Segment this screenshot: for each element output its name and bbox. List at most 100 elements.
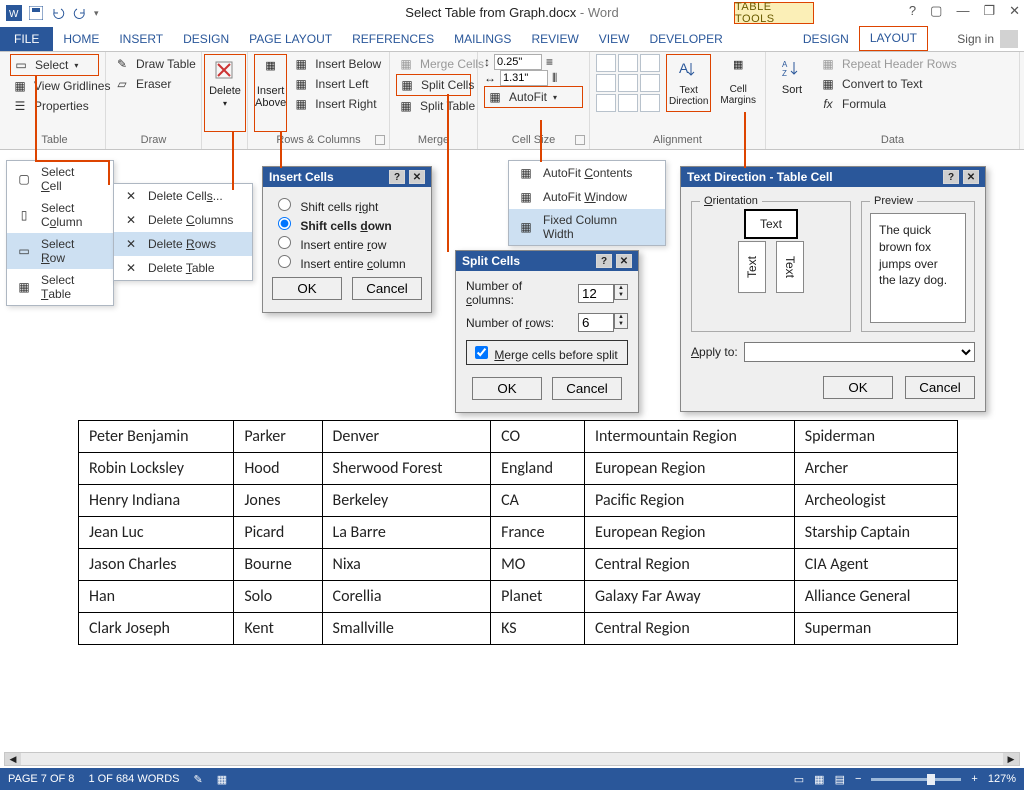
spellcheck-icon[interactable]: ✎	[194, 773, 203, 786]
table-cell[interactable]: CA	[491, 485, 585, 517]
table-cell[interactable]: Han	[79, 581, 234, 613]
col-width-input[interactable]	[500, 70, 548, 86]
split-cols-input[interactable]	[578, 284, 614, 303]
dialog-help-icon[interactable]: ?	[389, 170, 405, 184]
table-cell[interactable]: Denver	[322, 421, 491, 453]
table-cell[interactable]: Central Region	[585, 549, 795, 581]
delete-button[interactable]: Delete▾	[204, 54, 246, 132]
table-cell[interactable]: Alliance General	[794, 581, 957, 613]
tab-insert[interactable]: INSERT	[109, 28, 173, 51]
table-cell[interactable]: Picard	[234, 517, 322, 549]
table-row[interactable]: Jason CharlesBourneNixaMOCentral RegionC…	[79, 549, 958, 581]
table-cell[interactable]: Hood	[234, 453, 322, 485]
tab-references[interactable]: REFERENCES	[342, 28, 444, 51]
sign-in[interactable]: Sign in	[957, 30, 1018, 48]
ok-button[interactable]: OK	[823, 376, 893, 399]
cell-margins-button[interactable]: ▦Cell Margins	[717, 54, 759, 112]
table-row[interactable]: Peter BenjaminParkerDenverCOIntermountai…	[79, 421, 958, 453]
opt-shift-down[interactable]: Shift cells down	[273, 214, 421, 233]
split-table-button[interactable]: ▦Split Table	[396, 96, 471, 116]
rows-columns-dialog-launcher[interactable]	[375, 135, 385, 145]
formula-button[interactable]: fxFormula	[818, 94, 961, 114]
repeat-header-rows-button[interactable]: ▦Repeat Header Rows	[818, 54, 961, 74]
zoom-level[interactable]: 127%	[988, 773, 1016, 785]
autofit-button[interactable]: ▦AutoFit▾	[484, 86, 583, 108]
redo-icon[interactable]	[72, 5, 88, 21]
merge-before-split-checkbox[interactable]: Merge cells before split	[466, 340, 628, 365]
help-icon[interactable]: ?	[909, 3, 916, 19]
cell-size-dialog-launcher[interactable]	[575, 135, 585, 145]
table-cell[interactable]: KS	[491, 613, 585, 645]
draw-table-button[interactable]: ✎Draw Table	[112, 54, 195, 74]
row-height-input[interactable]	[494, 54, 542, 70]
text-direction-bottom-top[interactable]: Text	[738, 241, 766, 293]
table-cell[interactable]: Peter Benjamin	[79, 421, 234, 453]
opt-entire-row[interactable]: Insert entire row	[273, 233, 421, 252]
cancel-button[interactable]: Cancel	[552, 377, 622, 400]
qat-customize-icon[interactable]: ▾	[94, 8, 99, 19]
dialog-close-icon[interactable]: ✕	[409, 170, 425, 184]
menu-autofit-contents[interactable]: ▦AutoFit Contents	[509, 161, 665, 185]
table-cell[interactable]: Intermountain Region	[585, 421, 795, 453]
table-cell[interactable]: Robin Locksley	[79, 453, 234, 485]
distribute-cols-icon[interactable]: ⦀	[552, 71, 557, 86]
print-layout-icon[interactable]: ▦	[814, 773, 824, 786]
ok-button[interactable]: OK	[472, 377, 542, 400]
table-cell[interactable]: CO	[491, 421, 585, 453]
table-cell[interactable]: Jason Charles	[79, 549, 234, 581]
table-cell[interactable]: Nixa	[322, 549, 491, 581]
web-layout-icon[interactable]: ▤	[835, 773, 845, 786]
close-icon[interactable]: ✕	[1009, 3, 1020, 19]
table-cell[interactable]: Pacific Region	[585, 485, 795, 517]
table-cell[interactable]: Jean Luc	[79, 517, 234, 549]
spin-cols[interactable]: ▲▼	[614, 284, 628, 300]
table-cell[interactable]: Superman	[794, 613, 957, 645]
distribute-rows-icon[interactable]: ≡	[546, 55, 553, 69]
table-cell[interactable]: Planet	[491, 581, 585, 613]
table-cell[interactable]: Archer	[794, 453, 957, 485]
table-cell[interactable]: England	[491, 453, 585, 485]
split-cells-button[interactable]: ▦Split Cells	[396, 74, 471, 96]
zoom-out-icon[interactable]: −	[855, 773, 861, 785]
opt-shift-right[interactable]: Shift cells right	[273, 195, 421, 214]
ribbon-collapse-icon[interactable]: ▢	[930, 3, 942, 19]
text-direction-top-bottom[interactable]: Text	[776, 241, 804, 293]
tab-tabletools-design[interactable]: DESIGN	[793, 28, 859, 51]
dialog-close-icon[interactable]: ✕	[616, 254, 632, 268]
table-cell[interactable]: European Region	[585, 453, 795, 485]
dialog-help-icon[interactable]: ?	[596, 254, 612, 268]
menu-select-column[interactable]: ▯Select Column	[7, 197, 113, 233]
zoom-slider[interactable]	[871, 778, 961, 781]
table-cell[interactable]: France	[491, 517, 585, 549]
insert-above-button[interactable]: ▦Insert Above	[254, 54, 287, 132]
table-cell[interactable]: Central Region	[585, 613, 795, 645]
minimize-icon[interactable]: —	[956, 3, 969, 19]
alignment-grid[interactable]	[596, 54, 660, 112]
dialog-close-icon[interactable]: ✕	[963, 170, 979, 184]
table-cell[interactable]: European Region	[585, 517, 795, 549]
tab-review[interactable]: REVIEW	[521, 28, 588, 51]
tab-tabletools-layout[interactable]: LAYOUT	[859, 26, 928, 51]
table-cell[interactable]: Starship Captain	[794, 517, 957, 549]
menu-select-cell[interactable]: ▢Select Cell	[7, 161, 113, 197]
table-cell[interactable]: Solo	[234, 581, 322, 613]
insert-left-button[interactable]: ▦Insert Left	[291, 74, 385, 94]
menu-delete-rows[interactable]: ✕Delete Rows	[114, 232, 252, 256]
table-cell[interactable]: Parker	[234, 421, 322, 453]
table-cell[interactable]: Kent	[234, 613, 322, 645]
data-table[interactable]: Peter BenjaminParkerDenverCOIntermountai…	[78, 420, 958, 645]
properties-button[interactable]: ☰ Properties	[10, 96, 99, 116]
table-cell[interactable]: Berkeley	[322, 485, 491, 517]
tab-view[interactable]: VIEW	[589, 28, 640, 51]
tab-home[interactable]: HOME	[53, 28, 109, 51]
tab-design[interactable]: DESIGN	[173, 28, 239, 51]
select-button[interactable]: ▭ Select▾	[10, 54, 99, 76]
macro-icon[interactable]: ▦	[217, 773, 227, 786]
convert-to-text-button[interactable]: ▦Convert to Text	[818, 74, 961, 94]
table-row[interactable]: Jean LucPicardLa BarreFranceEuropean Reg…	[79, 517, 958, 549]
read-mode-icon[interactable]: ▭	[794, 773, 804, 786]
table-cell[interactable]: Clark Joseph	[79, 613, 234, 645]
menu-select-row[interactable]: ▭Select Row	[7, 233, 113, 269]
insert-below-button[interactable]: ▦Insert Below	[291, 54, 385, 74]
table-cell[interactable]: Smallville	[322, 613, 491, 645]
